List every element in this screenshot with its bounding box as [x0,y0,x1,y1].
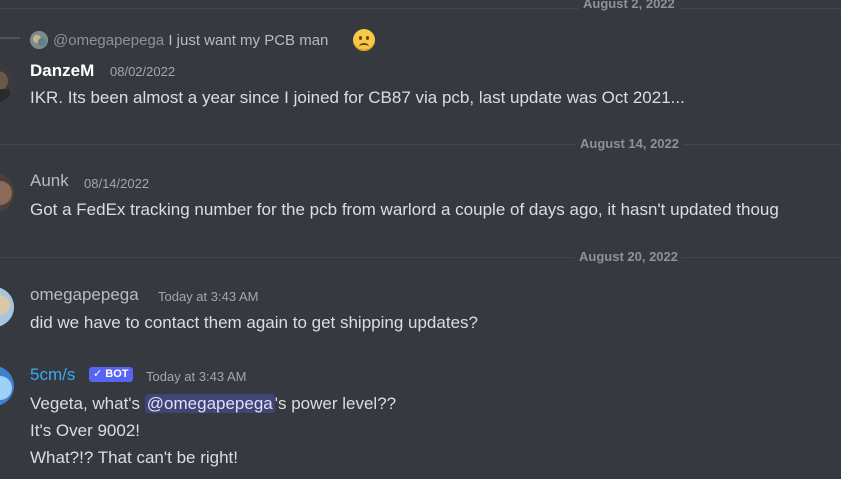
date-divider [0,257,841,258]
avatar[interactable] [0,173,14,213]
timestamp: 08/14/2022 [84,176,150,191]
username[interactable]: omegapepega [30,285,139,305]
reply-spine [0,37,20,45]
username[interactable]: 5cm/s [30,365,75,385]
message-text: IKR. Its been almost a year since I join… [30,88,685,107]
username[interactable]: Aunk [30,171,69,191]
timestamp: 08/02/2022 [110,64,176,79]
date-divider-label: August 2, 2022 [579,0,679,12]
message-text: It's Over 9002! [30,421,141,440]
reply-preview[interactable]: @omegapepega I just want my PCB man [53,31,328,51]
user-mention[interactable]: @omegapepega [144,394,275,413]
message-text-post: 's power level?? [274,394,397,413]
reply-text: I just want my PCB man [168,32,329,49]
bot-tag: ✓ BOT [89,366,133,384]
date-divider [0,8,841,9]
date-divider-label: August 14, 2022 [576,136,683,152]
message-text: Vegeta, what's @omegapepega's power leve… [30,392,396,416]
sad-face-emoji [353,29,375,51]
reply-avatar[interactable] [30,31,48,49]
verified-check-icon: ✓ [93,368,103,381]
username[interactable]: DanzeM [30,61,94,81]
message-text-pre: Vegeta, what's [30,394,145,413]
message-text: Got a FedEx tracking number for the pcb … [30,200,779,219]
timestamp: Today at 3:43 AM [146,369,247,384]
bot-tag-label: BOT [105,368,129,381]
avatar[interactable] [0,366,14,406]
avatar[interactable] [0,63,14,103]
message-text: did we have to contact them again to get… [30,313,478,332]
date-divider [0,144,841,145]
date-divider-label: August 20, 2022 [575,249,682,265]
avatar[interactable] [0,287,14,327]
reply-mention[interactable]: @omegapepega [53,32,164,49]
timestamp: Today at 3:43 AM [158,289,259,304]
message-text: What?!? That can't be right! [30,448,238,467]
